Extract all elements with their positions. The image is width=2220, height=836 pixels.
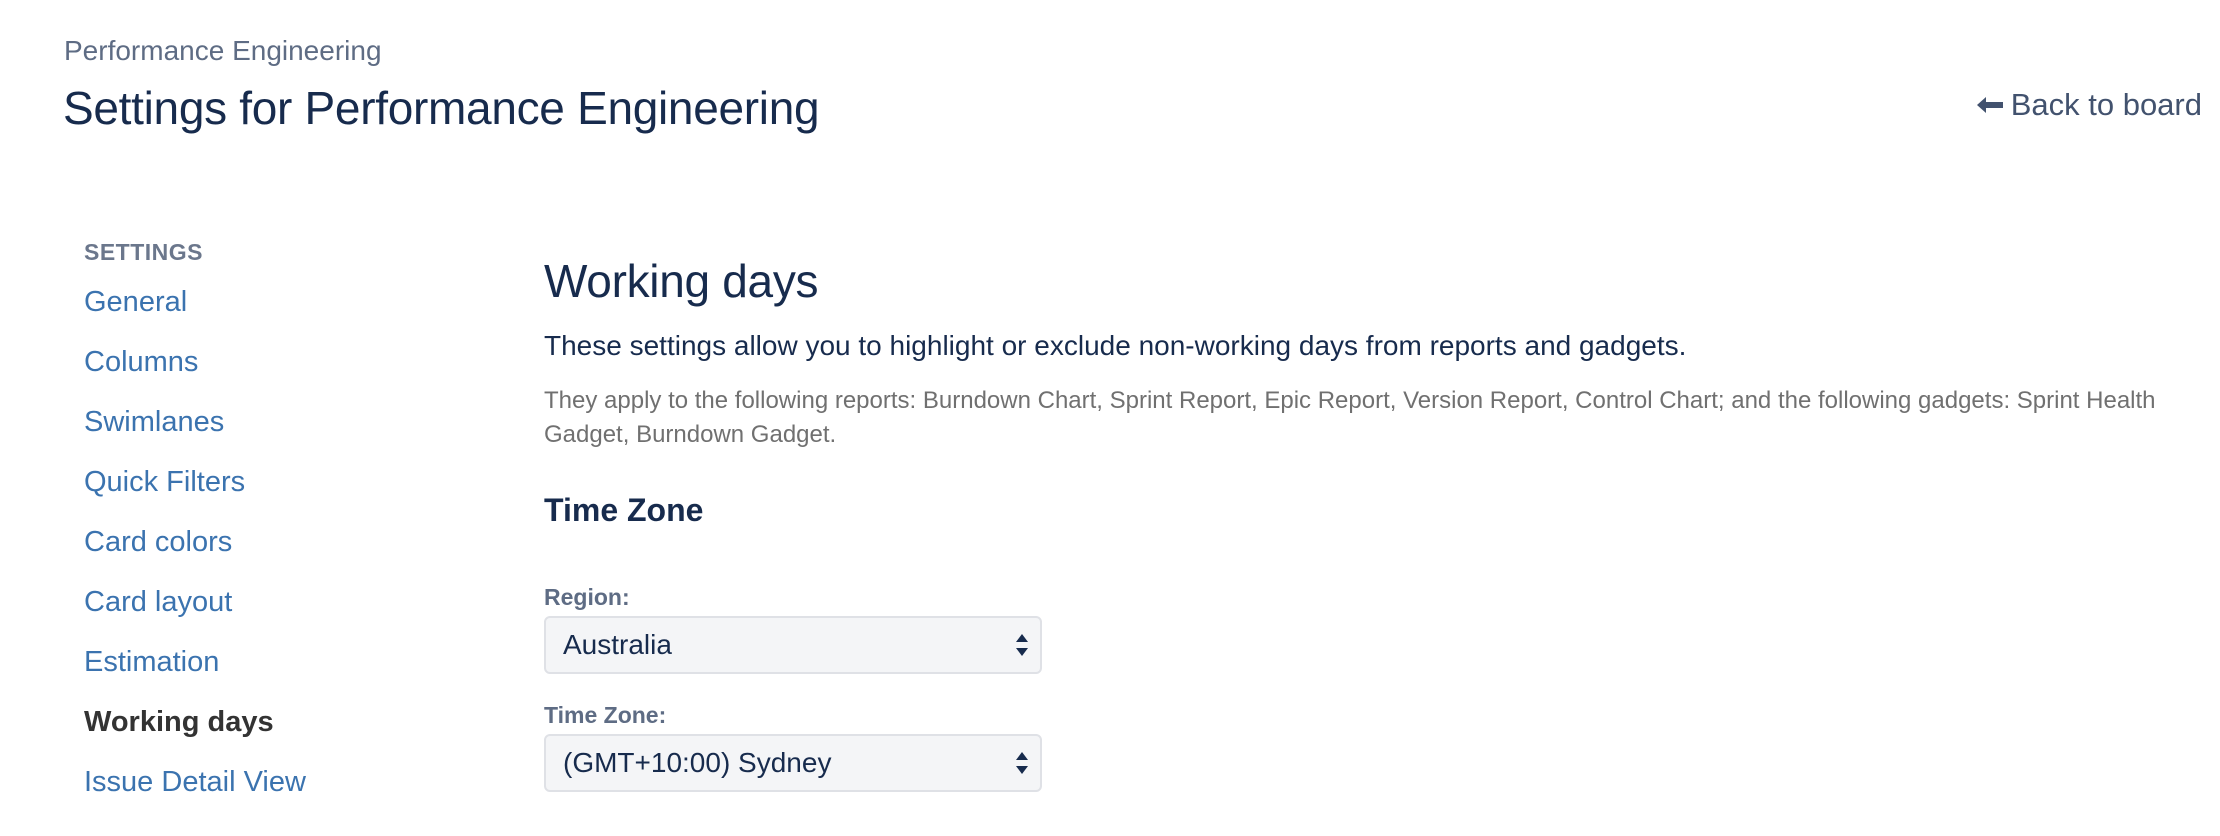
sidebar-item-swimlanes[interactable]: Swimlanes — [84, 404, 464, 464]
sidebar-heading: SETTINGS — [84, 239, 204, 265]
sidebar-list: General Columns Swimlanes Quick Filters … — [84, 284, 464, 824]
timezone-select-value: (GMT+10:00) Sydney — [563, 747, 832, 778]
timezone-label: Time Zone: — [544, 702, 667, 728]
up-down-arrows-icon — [1014, 631, 1030, 659]
sidebar-item-columns[interactable]: Columns — [84, 344, 464, 404]
timezone-select[interactable]: (GMT+10:00) Sydney — [544, 734, 1042, 792]
region-field-group: Region: Australia — [544, 582, 2194, 674]
sidebar-item-general[interactable]: General — [84, 284, 464, 344]
settings-sidebar: SETTINGS General Columns Swimlanes Quick… — [84, 234, 464, 824]
time-zone-heading: Time Zone — [544, 492, 704, 528]
sidebar-item-quick-filters[interactable]: Quick Filters — [84, 464, 464, 524]
region-select-value: Australia — [563, 629, 672, 660]
breadcrumb[interactable]: Performance Engineering — [64, 34, 382, 68]
sidebar-item-estimation[interactable]: Estimation — [84, 644, 464, 704]
sidebar-item-card-colors[interactable]: Card colors — [84, 524, 464, 584]
settings-page: Performance Engineering Settings for Per… — [0, 0, 2220, 836]
sidebar-item-card-layout[interactable]: Card layout — [84, 584, 464, 644]
back-to-board-link[interactable]: Back to board — [1976, 86, 2202, 124]
intro-text: These settings allow you to highlight or… — [544, 330, 1687, 361]
main-content: Working days These settings allow you to… — [544, 250, 2194, 792]
sidebar-item-working-days[interactable]: Working days — [84, 704, 464, 764]
section-title: Working days — [544, 255, 819, 307]
sidebar-item-issue-detail-view[interactable]: Issue Detail View — [84, 764, 464, 824]
page-title: Settings for Performance Engineering — [63, 82, 820, 134]
reports-note: They apply to the following reports: Bur… — [544, 387, 2156, 448]
up-down-arrows-icon — [1014, 749, 1030, 777]
timezone-field-group: Time Zone: (GMT+10:00) Sydney — [544, 700, 2194, 792]
region-label: Region: — [544, 584, 630, 610]
back-to-board-label: Back to board — [2010, 87, 2202, 122]
region-select[interactable]: Australia — [544, 616, 1042, 674]
arrow-left-icon — [1976, 95, 2003, 115]
